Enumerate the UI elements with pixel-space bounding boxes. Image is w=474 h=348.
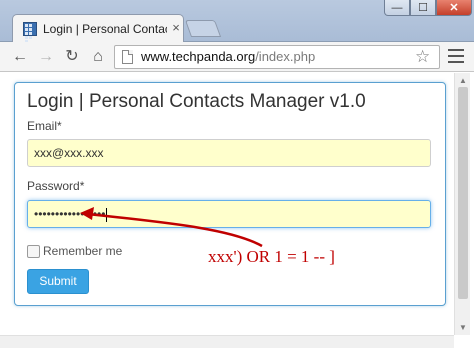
url-host: www.techpanda.org <box>141 49 256 64</box>
horizontal-scrollbar[interactable] <box>0 335 454 348</box>
page-title: Login | Personal Contacts Manager v1.0 <box>27 91 366 112</box>
minimize-button[interactable]: — <box>384 0 410 16</box>
url-path: /index.php <box>255 49 316 64</box>
back-arrow-icon[interactable]: ← <box>10 47 30 67</box>
submit-button[interactable]: Submit <box>27 269 89 294</box>
sql-injection-annotation: xxx') OR 1 = 1 -- ] <box>208 247 335 266</box>
scroll-up-icon[interactable]: ▲ <box>458 76 468 85</box>
favicon-icon <box>23 22 37 43</box>
login-panel: Login | Personal Contacts Manager v1.0 E… <box>14 82 446 306</box>
new-tab-button[interactable] <box>184 20 222 37</box>
remember-me-row[interactable]: Remember me <box>27 243 122 259</box>
email-field[interactable]: xxx@xxx.xxx <box>27 139 431 167</box>
url-text: www.techpanda.org/index.php <box>141 49 315 64</box>
text-caret <box>106 207 108 222</box>
tab-close-icon[interactable]: × <box>169 20 183 36</box>
bookmark-star-icon[interactable]: ☆ <box>415 47 430 67</box>
scroll-down-icon[interactable]: ▼ <box>458 323 468 332</box>
forward-arrow-icon[interactable]: → <box>36 47 56 67</box>
password-field[interactable]: ••••••••••••••••• <box>27 200 431 228</box>
password-label: Password* <box>27 179 85 193</box>
remember-me-label: Remember me <box>43 244 123 258</box>
home-icon[interactable]: ⌂ <box>88 47 108 67</box>
page-icon <box>122 50 133 64</box>
menu-hamburger-icon[interactable] <box>448 49 464 63</box>
email-label: Email* <box>27 119 62 133</box>
browser-titlebar: Login | Personal Contacts Manager v1.0 ×… <box>0 0 474 43</box>
browser-tab[interactable]: Login | Personal Contacts Manager v1.0 × <box>12 14 184 43</box>
vertical-scrollbar[interactable]: ▲ ▼ <box>454 73 470 335</box>
remember-me-checkbox[interactable] <box>27 244 40 258</box>
password-value: ••••••••••••••••• <box>34 207 106 221</box>
maximize-button[interactable]: ☐ <box>410 0 436 16</box>
tab-title: Login | Personal Contacts Manager v1.0 <box>43 22 167 36</box>
close-window-button[interactable]: ✕ <box>436 0 472 16</box>
address-bar[interactable]: www.techpanda.org/index.php ☆ <box>114 45 440 69</box>
scroll-thumb[interactable] <box>458 87 468 299</box>
reload-icon[interactable]: ↻ <box>62 47 82 67</box>
browser-toolbar: ← → ↻ ⌂ www.techpanda.org/index.php ☆ <box>0 42 474 72</box>
